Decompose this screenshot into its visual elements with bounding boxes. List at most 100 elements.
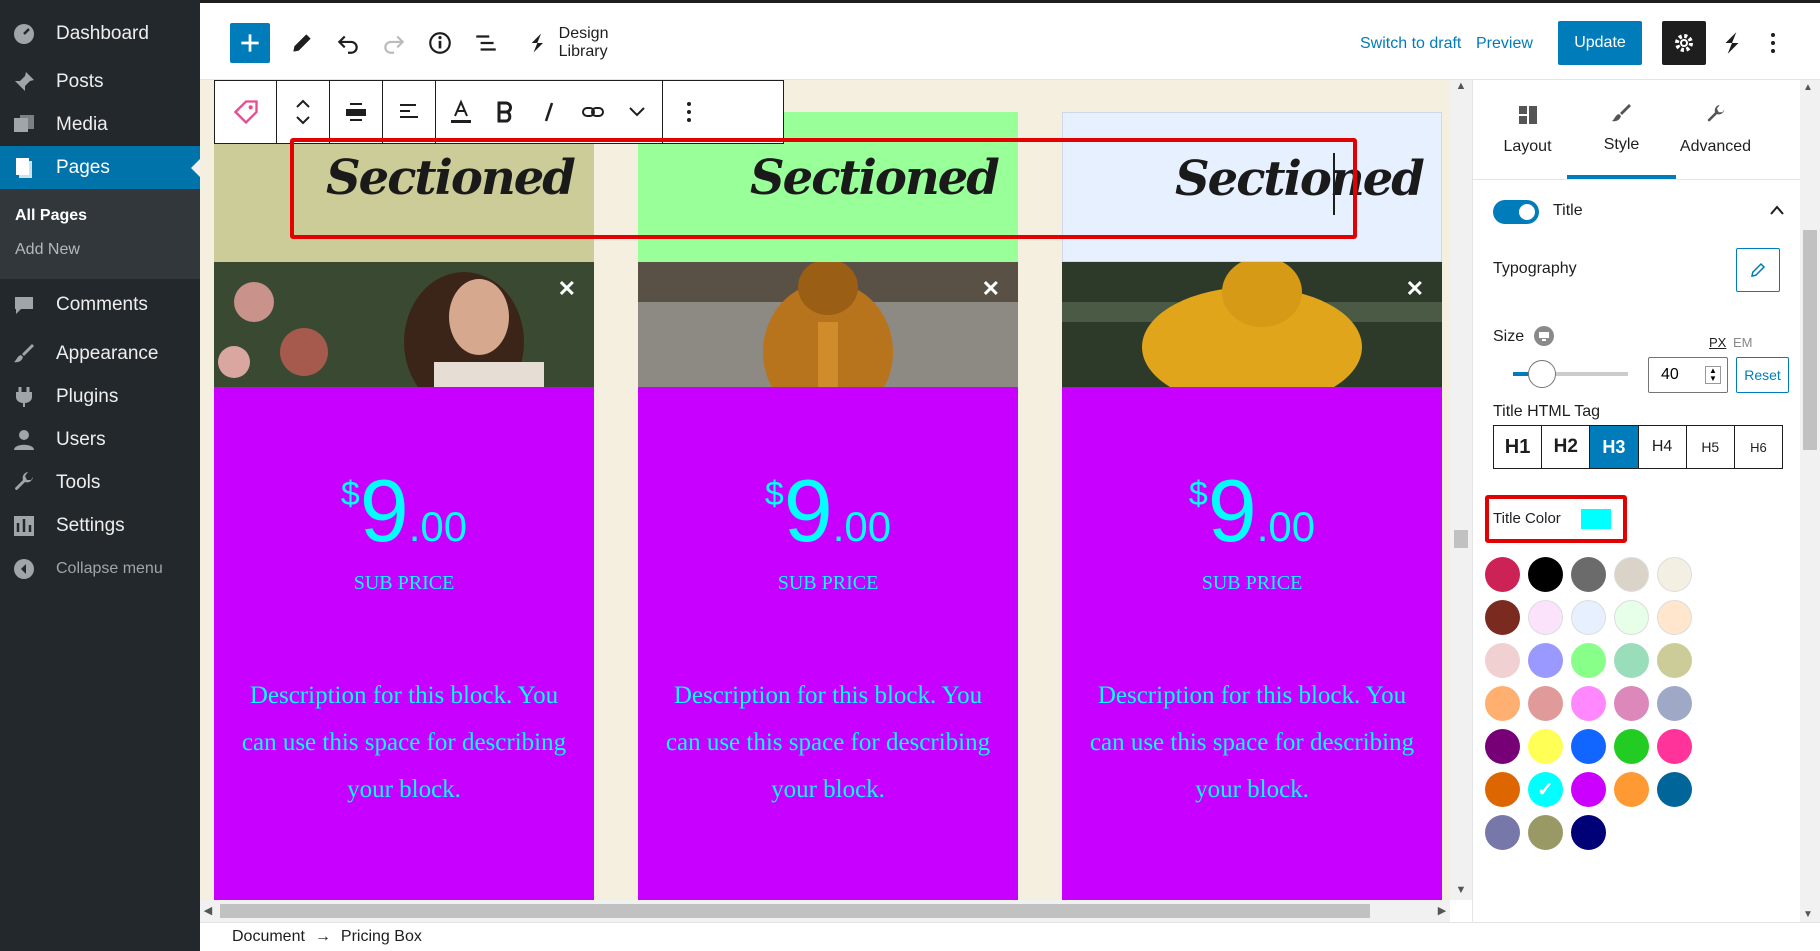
redo-button[interactable] bbox=[374, 21, 414, 65]
color-swatch[interactable] bbox=[1571, 686, 1606, 721]
remove-image-icon[interactable]: ✕ bbox=[982, 276, 1000, 302]
block-options-button[interactable] bbox=[663, 81, 715, 143]
color-swatch[interactable] bbox=[1614, 729, 1649, 764]
sidebar-item-media[interactable]: Media bbox=[0, 103, 200, 146]
scroll-down-icon[interactable]: ▼ bbox=[1803, 909, 1813, 920]
scroll-left-icon[interactable]: ◀ bbox=[200, 900, 216, 922]
color-swatch[interactable] bbox=[1657, 643, 1692, 678]
title-color-indicator[interactable] bbox=[1581, 509, 1611, 529]
unit-px[interactable]: PX bbox=[1709, 335, 1726, 350]
preview-button[interactable]: Preview bbox=[1476, 35, 1533, 53]
canvas-horizontal-scrollbar[interactable]: ◀ ▶ bbox=[200, 900, 1450, 922]
scroll-thumb[interactable] bbox=[220, 904, 1370, 918]
tag-h6[interactable]: H6 bbox=[1735, 426, 1782, 468]
color-swatch[interactable] bbox=[1614, 686, 1649, 721]
submenu-add-new[interactable]: Add New bbox=[0, 233, 200, 267]
tag-h3[interactable]: H3 bbox=[1590, 426, 1639, 468]
sidebar-item-tools[interactable]: Tools bbox=[0, 461, 200, 504]
details-button[interactable] bbox=[420, 21, 460, 65]
size-slider-handle[interactable] bbox=[1528, 360, 1556, 388]
link-button[interactable] bbox=[571, 81, 615, 143]
sidebar-item-users[interactable]: Users bbox=[0, 418, 200, 461]
sidebar-item-posts[interactable]: Posts bbox=[0, 60, 200, 103]
tab-advanced[interactable]: Advanced bbox=[1661, 80, 1770, 179]
color-swatch[interactable] bbox=[1657, 729, 1692, 764]
color-swatch[interactable]: ✓ bbox=[1528, 772, 1563, 807]
tab-layout[interactable]: Layout bbox=[1473, 80, 1582, 179]
collapse-menu-button[interactable]: Collapse menu bbox=[0, 547, 200, 590]
card-image[interactable]: ✕ bbox=[1062, 257, 1442, 407]
section-title[interactable]: Title bbox=[1553, 202, 1583, 220]
color-swatch[interactable] bbox=[1657, 557, 1692, 592]
breadcrumb-block[interactable]: Pricing Box bbox=[341, 928, 422, 946]
color-swatch[interactable] bbox=[1657, 772, 1692, 807]
bold-button[interactable] bbox=[483, 81, 527, 143]
color-swatch[interactable] bbox=[1485, 600, 1520, 635]
design-library-button[interactable]: Design Library bbox=[526, 21, 656, 65]
color-swatch[interactable] bbox=[1485, 772, 1520, 807]
block-type-button[interactable] bbox=[215, 81, 277, 143]
remove-image-icon[interactable]: ✕ bbox=[558, 276, 576, 302]
scroll-up-icon[interactable]: ▲ bbox=[1803, 82, 1813, 93]
update-button[interactable]: Update bbox=[1558, 21, 1642, 65]
sidebar-item-comments[interactable]: Comments bbox=[0, 283, 200, 326]
reset-button[interactable]: Reset bbox=[1736, 357, 1789, 393]
sidebar-item-appearance[interactable]: Appearance bbox=[0, 332, 200, 375]
breadcrumb-document[interactable]: Document bbox=[232, 928, 305, 946]
color-swatch[interactable] bbox=[1614, 600, 1649, 635]
scroll-thumb[interactable] bbox=[1454, 530, 1468, 548]
color-swatch[interactable] bbox=[1614, 557, 1649, 592]
sidebar-item-plugins[interactable]: Plugins bbox=[0, 375, 200, 418]
scroll-up-icon[interactable]: ▲ bbox=[1450, 80, 1472, 96]
sub-price[interactable]: SUB PRICE bbox=[638, 572, 1018, 595]
color-swatch[interactable] bbox=[1485, 815, 1520, 850]
edit-mode-button[interactable] bbox=[282, 21, 322, 65]
chevron-up-icon[interactable] bbox=[1769, 204, 1785, 216]
tag-h4[interactable]: H4 bbox=[1639, 426, 1687, 468]
color-swatch[interactable] bbox=[1485, 686, 1520, 721]
color-swatch[interactable] bbox=[1571, 729, 1606, 764]
scroll-down-icon[interactable]: ▼ bbox=[1450, 884, 1472, 900]
switch-to-draft-button[interactable]: Switch to draft bbox=[1360, 35, 1461, 53]
undo-button[interactable] bbox=[328, 21, 368, 65]
sidebar-item-dashboard[interactable]: Dashboard bbox=[0, 12, 200, 55]
sidebar-item-pages[interactable]: Pages bbox=[0, 146, 200, 189]
title-toggle[interactable] bbox=[1493, 200, 1539, 224]
color-swatch[interactable] bbox=[1571, 600, 1606, 635]
italic-button[interactable] bbox=[527, 81, 571, 143]
typography-edit-button[interactable] bbox=[1736, 248, 1780, 292]
card-image[interactable]: ✕ bbox=[638, 259, 1018, 422]
color-swatch[interactable] bbox=[1528, 729, 1563, 764]
color-swatch[interactable] bbox=[1485, 643, 1520, 678]
canvas-vertical-scrollbar[interactable]: ▲ ▼ bbox=[1450, 80, 1472, 900]
color-swatch[interactable] bbox=[1528, 643, 1563, 678]
more-options-button[interactable] bbox=[1758, 21, 1788, 65]
color-swatch[interactable] bbox=[1657, 600, 1692, 635]
color-swatch[interactable] bbox=[1528, 686, 1563, 721]
color-swatch[interactable] bbox=[1614, 643, 1649, 678]
add-block-button[interactable] bbox=[230, 23, 270, 63]
tag-h5[interactable]: H5 bbox=[1687, 426, 1735, 468]
size-input[interactable]: 40 ▲ ▼ bbox=[1648, 357, 1728, 393]
color-swatch[interactable] bbox=[1571, 815, 1606, 850]
block-navigation-button[interactable] bbox=[466, 21, 506, 65]
stackable-settings-button[interactable] bbox=[1712, 21, 1752, 65]
settings-button[interactable] bbox=[1662, 21, 1706, 65]
remove-image-icon[interactable]: ✕ bbox=[1406, 276, 1424, 302]
scroll-thumb[interactable] bbox=[1803, 230, 1817, 450]
text-color-button[interactable] bbox=[439, 81, 483, 143]
card-image[interactable]: ✕ bbox=[214, 262, 594, 412]
sub-price[interactable]: SUB PRICE bbox=[214, 572, 594, 595]
size-stepper[interactable]: ▲ ▼ bbox=[1705, 366, 1721, 384]
tab-style[interactable]: Style bbox=[1567, 80, 1676, 179]
text-align-button[interactable] bbox=[383, 81, 436, 143]
color-swatch[interactable] bbox=[1571, 772, 1606, 807]
scroll-right-icon[interactable]: ▶ bbox=[1434, 900, 1450, 922]
card-description[interactable]: Description for this block. You can use … bbox=[234, 672, 574, 813]
color-swatch[interactable] bbox=[1485, 557, 1520, 592]
color-swatch[interactable] bbox=[1485, 729, 1520, 764]
color-swatch[interactable] bbox=[1528, 600, 1563, 635]
move-block-button[interactable] bbox=[277, 81, 330, 143]
color-swatch[interactable] bbox=[1571, 557, 1606, 592]
color-swatch[interactable] bbox=[1571, 643, 1606, 678]
